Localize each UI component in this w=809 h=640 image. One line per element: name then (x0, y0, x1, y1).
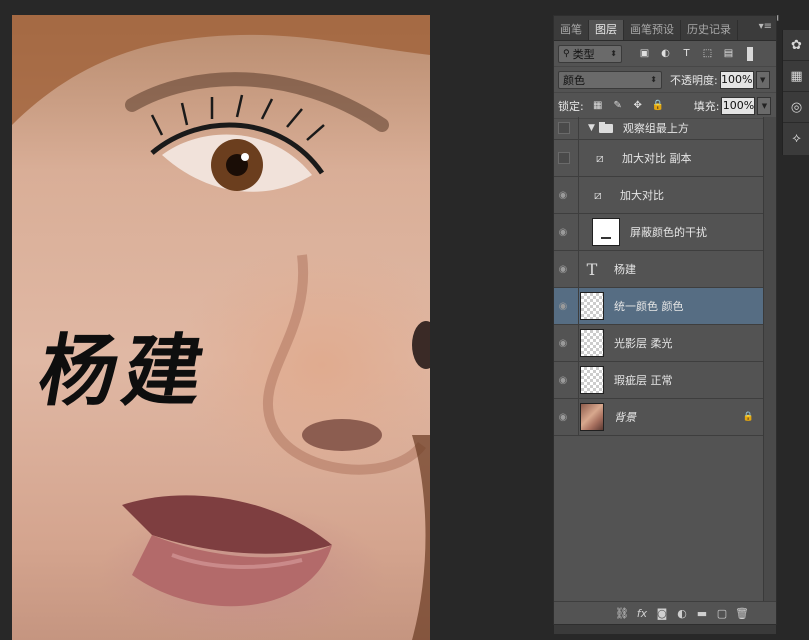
layer-thumbnail[interactable] (580, 366, 604, 394)
fill-dropdown-icon[interactable]: ▼ (757, 96, 772, 115)
eye-icon[interactable]: ◉ (554, 338, 572, 349)
eye-icon[interactable]: ◉ (554, 375, 572, 386)
eye-icon[interactable]: ◉ (554, 412, 572, 423)
layer-name: 瑕疵层 正常 (614, 374, 673, 387)
channels-icon[interactable]: ◎ (783, 92, 809, 123)
panel-bottom-toolbar: ⛓ fx ◙ ◐ ▬ ▢ 🗑 (554, 601, 776, 624)
chevron-updown-icon: ⬍ (650, 75, 657, 84)
paths-icon[interactable]: ⟡ (783, 123, 809, 153)
lock-paint-brush-icon[interactable]: ✎ (612, 100, 624, 112)
document-canvas[interactable]: 杨建 (12, 15, 430, 640)
layer-thumbnail[interactable] (580, 403, 604, 431)
lock-move-icon[interactable]: ✥ (632, 100, 644, 112)
layer-name: 加大对比 (620, 189, 664, 202)
new-group-icon[interactable]: ▬ (692, 607, 712, 620)
layers-panel: 画笔 图层 画笔预设 历史记录 ▾≡ ⚲ 类型 ⬍ ▣ ◐ T ⬚ ▤ 颜色 ⬍… (553, 15, 777, 634)
visibility-toggle[interactable] (558, 122, 570, 134)
visibility-toggle[interactable] (558, 152, 570, 164)
lock-label: 锁定: (558, 99, 584, 113)
new-layer-icon[interactable]: ▢ (712, 607, 732, 620)
curves-adjustment-icon: ⧄ (594, 188, 602, 202)
blend-mode-select[interactable]: 颜色 ⬍ (558, 70, 662, 89)
layer-list: ▼ 观察组最上方 ⧄ 加大对比 副本 ◉ ⧄ 加大对比 ◉ 屏蔽颜色的干扰 ◉ … (554, 117, 764, 436)
lock-transparent-icon[interactable]: ▦ (592, 100, 604, 112)
tab-layers[interactable]: 图层 (589, 20, 624, 40)
layer-filter-row: ⚲ 类型 ⬍ ▣ ◐ T ⬚ ▤ (554, 41, 776, 67)
layer-name: 背景 (614, 411, 636, 424)
panel-menu-icon[interactable]: ▾≡ (759, 21, 772, 32)
fill-input[interactable]: 100% (721, 96, 756, 115)
filter-type-select[interactable]: ⚲ 类型 ⬍ (558, 44, 622, 63)
fx-icon[interactable]: fx (632, 607, 652, 620)
add-mask-icon[interactable]: ◙ (652, 607, 672, 620)
layer-row-background[interactable]: ◉ 背景 🔒 (554, 399, 764, 436)
eye-icon[interactable]: ◉ (554, 190, 572, 201)
filter-shape-icon[interactable]: ⬚ (701, 48, 714, 60)
tab-brush-presets[interactable]: 画笔预设 (624, 20, 681, 40)
layer-name: 屏蔽颜色的干扰 (630, 226, 707, 239)
curves-adjustment-icon: ⧄ (596, 151, 604, 165)
layer-thumbnail[interactable] (580, 292, 604, 320)
blend-opacity-row: 颜色 ⬍ 不透明度: 100% ▼ (554, 67, 776, 93)
link-layers-icon[interactable]: ⛓ (612, 607, 632, 620)
text-layer-icon: T (586, 259, 598, 279)
layer-row[interactable]: ◉ ⧄ 加大对比 (554, 177, 764, 214)
folder-icon (598, 121, 613, 133)
layer-name: 杨建 (614, 263, 636, 276)
layer-row[interactable]: ⧄ 加大对比 副本 (554, 140, 764, 177)
layer-row[interactable]: ◉ 瑕疵层 正常 (554, 362, 764, 399)
opacity-dropdown-icon[interactable]: ▼ (755, 70, 770, 89)
layer-name: 光影层 柔光 (614, 337, 673, 350)
layer-row[interactable]: ◉ T 杨建 (554, 251, 764, 288)
layer-group-row[interactable]: ▼ 观察组最上方 (554, 117, 764, 140)
panel-resize-handle[interactable] (554, 625, 776, 634)
layer-name: 观察组最上方 (622, 122, 689, 135)
color-palette-icon[interactable]: ✿ (783, 30, 809, 61)
tab-history[interactable]: 历史记录 (681, 20, 738, 40)
filter-pixel-icon[interactable]: ▣ (638, 48, 651, 60)
lock-icon: 🔒 (742, 412, 754, 422)
swatches-grid-icon[interactable]: ▦ (783, 61, 809, 92)
filter-type-icon[interactable]: T (680, 48, 693, 60)
panel-dock: ✿ ▦ ◎ ⟡ (782, 30, 809, 155)
chevron-down-icon[interactable]: ▼ (588, 123, 595, 133)
trash-icon[interactable]: 🗑 (732, 607, 752, 620)
search-icon: ⚲ (563, 48, 570, 59)
lock-fill-row: 锁定: ▦ ✎ ✥ 🔒 填充: 100% ▼ (554, 93, 776, 119)
opacity-label: 不透明度: (670, 73, 718, 87)
panel-tabs: 画笔 图层 画笔预设 历史记录 ▾≡ (554, 16, 776, 41)
filter-smart-object-icon[interactable]: ▤ (722, 48, 735, 60)
layer-row[interactable]: ◉ 屏蔽颜色的干扰 (554, 214, 764, 251)
layer-row-selected[interactable]: ◉ 统一颜色 颜色 (554, 288, 764, 325)
filter-adjustment-icon[interactable]: ◐ (659, 48, 672, 60)
layer-thumbnail[interactable] (580, 329, 604, 357)
eye-icon[interactable]: ◉ (554, 264, 572, 275)
layer-row[interactable]: ◉ 光影层 柔光 (554, 325, 764, 362)
filter-toggle-switch[interactable] (747, 46, 753, 61)
layer-name: 统一颜色 颜色 (614, 300, 684, 313)
layer-list-scrollbar[interactable] (763, 117, 776, 602)
tab-brush[interactable]: 画笔 (554, 20, 589, 40)
layer-name: 加大对比 副本 (622, 152, 692, 165)
eye-icon[interactable]: ◉ (554, 227, 572, 238)
chevron-updown-icon: ⬍ (610, 49, 617, 58)
opacity-input[interactable]: 100% (719, 70, 754, 89)
lock-all-icon[interactable]: 🔒 (652, 100, 664, 112)
eye-icon[interactable]: ◉ (554, 301, 572, 312)
signature-text: 杨建 (32, 326, 217, 417)
adjustment-layer-icon[interactable]: ◐ (672, 607, 692, 620)
layer-mask-thumbnail[interactable] (592, 218, 620, 246)
fill-label: 填充: (693, 99, 720, 113)
